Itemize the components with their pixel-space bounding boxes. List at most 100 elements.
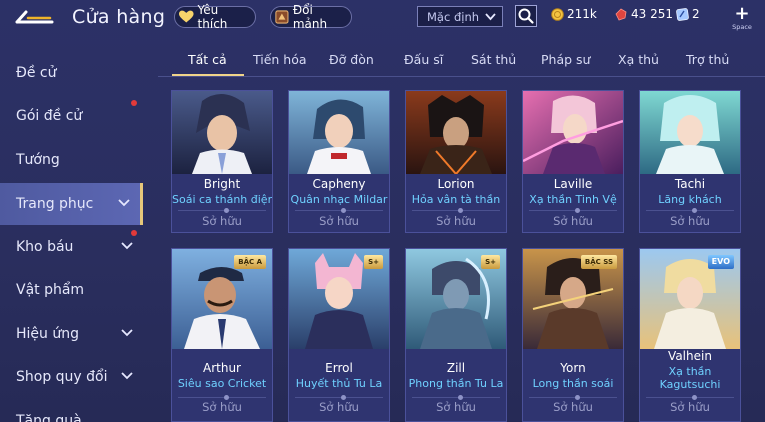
ruby-amount: 43 251 <box>631 7 673 21</box>
skin-card-yorn[interactable]: BẬC SS Yorn Long thần soái Sở hữu <box>522 248 624 422</box>
skin-artwork <box>640 91 740 174</box>
notification-dot <box>131 100 137 106</box>
skin-card-bright[interactable]: Bright Soái ca thánh điện Sở hữu <box>171 90 273 233</box>
card-divider <box>295 208 383 213</box>
skin-name: Lãng khách <box>658 193 722 206</box>
chevron-down-icon <box>121 329 133 337</box>
sidebar-item-label: Trang phục <box>16 196 94 212</box>
card-divider <box>178 395 266 400</box>
sidebar-item-skins[interactable]: Trang phục <box>0 183 143 225</box>
sidebar: Đề cử Gói đề cử Tướng Trang phục Kho báu… <box>0 50 143 422</box>
sidebar-item-exchange-shop[interactable]: Shop quy đổi <box>0 356 143 398</box>
sidebar-item-label: Tướng <box>16 152 60 168</box>
tab-support[interactable]: Trợ thủ <box>686 52 729 67</box>
gold-balance: 211k <box>551 7 597 21</box>
skin-artwork: BẬC A <box>172 249 272 349</box>
sidebar-item-heroes[interactable]: Tướng <box>0 139 143 181</box>
card-divider <box>295 395 383 400</box>
tier-badge: BẬC A <box>234 255 266 269</box>
sidebar-item-label: Shop quy đổi <box>16 369 108 385</box>
ruby-icon <box>615 7 627 20</box>
tab-tank[interactable]: Đỡ đòn <box>329 52 374 67</box>
hero-name: Yorn <box>560 361 586 375</box>
skin-name: Quân nhạc Mildar <box>290 193 388 206</box>
back-button[interactable] <box>14 6 56 30</box>
skin-info: Arthur Siêu sao Cricket Sở hữu <box>172 349 272 421</box>
skin-info: Zill Phong thần Tu La Sở hữu <box>406 349 506 421</box>
skin-info: Tachi Lãng khách Sở hữu <box>640 174 740 232</box>
skin-artwork: BẬC SS <box>523 249 623 349</box>
tab-divider <box>158 76 765 77</box>
owned-status: Sở hữu <box>436 214 476 228</box>
sidebar-item-label: Gói đề cử <box>16 108 83 124</box>
skin-info: Yorn Long thần soái Sở hữu <box>523 349 623 421</box>
sidebar-item-effects[interactable]: Hiệu ứng <box>0 313 143 355</box>
space-key-hint: Space <box>732 23 752 31</box>
fragment-exchange-button[interactable]: Đổi mảnh <box>270 3 352 31</box>
tab-all[interactable]: Tất cả <box>188 52 227 67</box>
owned-status: Sở hữu <box>436 400 476 414</box>
skin-card-tachi[interactable]: Tachi Lãng khách Sở hữu <box>639 90 741 233</box>
card-divider <box>529 395 617 400</box>
search-button[interactable] <box>515 5 537 27</box>
sidebar-item-items[interactable]: Vật phẩm <box>0 269 143 311</box>
chevron-down-icon <box>485 13 496 21</box>
shop-screen: Cửa hàng Yêu thích Đổi mảnh Mặc định 211… <box>0 0 765 422</box>
hero-name: Errol <box>325 361 353 375</box>
owned-status: Sở hữu <box>319 214 359 228</box>
tier-badge: BẬC SS <box>580 255 617 269</box>
favorites-button[interactable]: Yêu thích <box>174 3 256 31</box>
tier-badge: EVO <box>707 255 734 269</box>
sort-dropdown[interactable]: Mặc định <box>417 6 503 27</box>
sidebar-item-label: Tặng quà <box>16 413 82 422</box>
owned-status: Sở hữu <box>670 214 710 228</box>
skin-info: Laville Xạ thần Tinh Vệ Sở hữu <box>523 174 623 232</box>
hero-name: Bright <box>203 177 241 191</box>
hero-name: Zill <box>446 361 466 375</box>
tab-mage[interactable]: Pháp sư <box>541 52 590 67</box>
sidebar-item-recommended-packs[interactable]: Gói đề cử <box>0 95 143 137</box>
skin-artwork: S+ <box>289 249 389 349</box>
tab-evolution[interactable]: Tiến hóa <box>253 52 307 67</box>
add-currency-button[interactable]: + Space <box>731 4 753 32</box>
owned-status: Sở hữu <box>202 214 242 228</box>
skin-card-capheny[interactable]: Capheny Quân nhạc Mildar Sở hữu <box>288 90 390 233</box>
skin-card-arthur[interactable]: BẬC A Arthur Siêu sao Cricket Sở hữu <box>171 248 273 422</box>
skin-card-laville[interactable]: Laville Xạ thần Tinh Vệ Sở hữu <box>522 90 624 233</box>
owned-status: Sở hữu <box>553 214 593 228</box>
gold-coin-icon <box>551 7 564 21</box>
owned-status: Sở hữu <box>553 400 593 414</box>
tab-fighter[interactable]: Đấu sĩ <box>404 52 443 67</box>
skin-card-errol[interactable]: S+ Errol Huyết thủ Tu La Sở hữu <box>288 248 390 422</box>
skin-name: Phong thần Tu La <box>408 377 504 390</box>
tab-assassin[interactable]: Sát thủ <box>471 52 516 67</box>
skin-card-zill[interactable]: S+ Zill Phong thần Tu La Sở hữu <box>405 248 507 422</box>
skin-name: Soái ca thánh điện <box>172 193 272 206</box>
fragment-icon <box>275 10 289 24</box>
tier-badge: S+ <box>481 255 500 269</box>
sidebar-item-label: Hiệu ứng <box>16 326 79 342</box>
skin-card-valhein[interactable]: EVO Valhein Xạ thần Kagutsuchi Sở hữu <box>639 248 741 422</box>
skin-artwork: EVO <box>640 249 740 349</box>
chevron-down-icon <box>121 372 133 380</box>
tab-marksman[interactable]: Xạ thủ <box>618 52 659 67</box>
card-divider <box>646 395 734 400</box>
sort-value: Mặc định <box>427 9 480 24</box>
hero-name: Lorion <box>437 177 475 191</box>
heart-icon <box>179 10 194 23</box>
sidebar-item-label: Kho báu <box>16 239 74 255</box>
sidebar-item-recommended[interactable]: Đề cử <box>0 52 143 94</box>
skin-info: Errol Huyết thủ Tu La Sở hữu <box>289 349 389 421</box>
card-divider <box>529 208 617 213</box>
skin-artwork <box>289 91 389 174</box>
sidebar-item-gifts[interactable]: Tặng quà <box>0 400 143 422</box>
notification-dot <box>131 230 137 236</box>
skin-name: Huyết thủ Tu La <box>295 377 383 390</box>
skin-info: Capheny Quân nhạc Mildar Sở hữu <box>289 174 389 232</box>
sidebar-item-treasure[interactable]: Kho báu <box>0 226 143 268</box>
skin-name: Hỏa vân tà thần <box>411 193 501 206</box>
page-title: Cửa hàng <box>72 6 166 28</box>
back-arrow-icon <box>15 10 54 24</box>
skin-card-lorion[interactable]: Lorion Hỏa vân tà thần Sở hữu <box>405 90 507 233</box>
owned-status: Sở hữu <box>319 400 359 414</box>
